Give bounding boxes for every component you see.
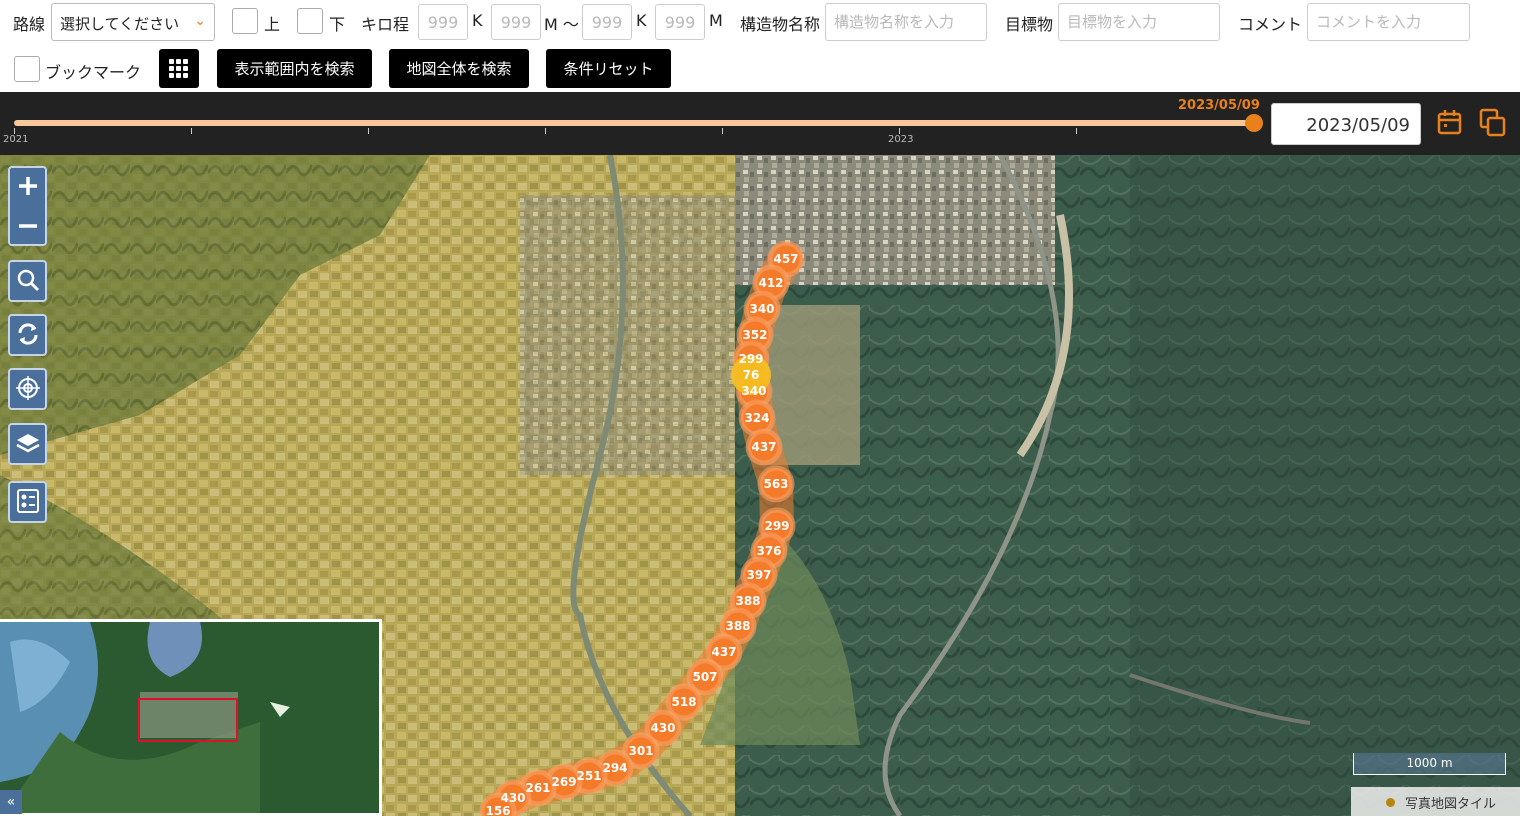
cluster-count-label: 430 (500, 791, 525, 805)
route-select-value: 選択してください (60, 15, 180, 33)
cluster-count-label: 430 (650, 721, 675, 735)
k-unit-2: K (636, 11, 647, 30)
timeline-tick (722, 128, 723, 134)
comment-label: コメント (1238, 15, 1303, 34)
cluster-count-label: 324 (744, 411, 769, 425)
map-view[interactable]: 457 412 340 352 299 76 340 324 437 563 299 376 397 38… (0, 155, 1520, 816)
bookmark-label: ブックマーク (45, 63, 142, 82)
attribution-dot-icon (1386, 798, 1395, 807)
cluster-count-label: 340 (749, 302, 774, 316)
copy-icon[interactable] (1479, 108, 1507, 138)
cluster-count-label: 294 (602, 761, 627, 775)
year-label: 2023 (888, 134, 914, 145)
timeline-handle[interactable] (1245, 114, 1263, 132)
kilo-start-k-input[interactable] (418, 4, 468, 40)
up-checkbox[interactable] (232, 8, 258, 34)
timeline-tick (191, 128, 192, 134)
scale-bar: 1000 m (1353, 753, 1506, 775)
plus-icon[interactable] (15, 173, 41, 199)
cluster-count-label: 437 (751, 440, 776, 454)
route-select[interactable]: 選択してください ⌄ (51, 3, 215, 41)
search-icon[interactable] (8, 260, 47, 302)
bookmark-checkbox[interactable] (14, 56, 40, 82)
down-checkbox[interactable] (297, 8, 323, 34)
cluster-count-label: 376 (756, 544, 781, 558)
timeline-tick (368, 128, 369, 134)
route-label: 路線 (13, 15, 46, 34)
reset-button[interactable]: 条件リセット (546, 49, 671, 88)
cluster-count-label: 261 (525, 781, 550, 795)
timeline-tick (545, 128, 546, 134)
cluster-count-label: 76 (743, 368, 760, 382)
structure-input[interactable] (825, 3, 987, 41)
cluster-count-label: 269 (551, 775, 576, 789)
year-label: 2021 (3, 134, 29, 145)
timeline-tick (1076, 128, 1077, 134)
map-attribution[interactable]: 写真地図タイル (1351, 787, 1520, 816)
landmark-label: 目標物 (1005, 15, 1054, 34)
search-view-button[interactable]: 表示範囲内を検索 (217, 49, 372, 88)
selected-date-label: 2023/05/09 (1178, 98, 1260, 113)
filter-bar: 路線 選択してください ⌄ 上 下 キロ程 K M ～ K M 構造物名称 目標… (0, 0, 1520, 92)
cluster-count-label: 563 (763, 477, 788, 491)
cluster-count-label: 412 (758, 276, 783, 290)
cluster-count-label: 301 (628, 744, 653, 758)
landmark-input[interactable] (1058, 3, 1220, 41)
comment-input[interactable] (1307, 3, 1470, 41)
date-input[interactable]: 2023/05/09 (1271, 103, 1421, 145)
cluster-count-label: 299 (738, 352, 763, 366)
double-chevron-left-icon[interactable]: « (0, 790, 22, 814)
search-all-button[interactable]: 地図全体を検索 (389, 49, 529, 88)
kilo-start-m-input[interactable] (491, 4, 541, 40)
cluster-count-label: 457 (773, 252, 798, 266)
timeline-track[interactable] (14, 120, 1254, 126)
calendar-icon[interactable] (1436, 108, 1464, 138)
timeline: 2021 2023 2023/05/09 2023/05/09 (0, 92, 1520, 155)
structure-label: 構造物名称 (740, 15, 821, 34)
cluster-count-label: 340 (741, 384, 766, 398)
zoom-control (8, 166, 47, 246)
kilo-label: キロ程 (361, 15, 410, 34)
m-unit: M (709, 11, 723, 30)
cluster-count-label: 251 (576, 769, 601, 783)
cluster-count-label: 388 (725, 619, 750, 633)
cluster-count-label: 397 (746, 568, 771, 582)
up-label: 上 (264, 15, 281, 34)
minus-icon[interactable] (15, 213, 41, 239)
minimap-imagery (0, 622, 379, 813)
chevron-down-icon: ⌄ (194, 13, 206, 29)
k-unit-1: K (472, 11, 483, 30)
grid-icon[interactable] (159, 49, 199, 88)
kilo-end-m-input[interactable] (655, 4, 705, 40)
cluster-count-label: 156 (485, 804, 510, 816)
down-label: 下 (329, 15, 346, 34)
cluster-count-label: 518 (671, 695, 696, 709)
m-range-unit: M ～ (544, 15, 579, 34)
cluster-count-label: 437 (711, 645, 736, 659)
overview-minimap[interactable] (0, 619, 382, 816)
cluster-count-label: 352 (742, 328, 767, 342)
layers-icon[interactable] (8, 423, 47, 465)
refresh-icon[interactable] (8, 314, 47, 356)
legend-icon[interactable] (8, 481, 47, 523)
cluster-count-label: 299 (764, 519, 789, 533)
cluster-count-label: 388 (735, 594, 760, 608)
target-icon[interactable] (8, 368, 47, 410)
attribution-label: 写真地図タイル (1405, 797, 1497, 812)
cluster-count-label: 507 (692, 670, 717, 684)
kilo-end-k-input[interactable] (582, 4, 632, 40)
